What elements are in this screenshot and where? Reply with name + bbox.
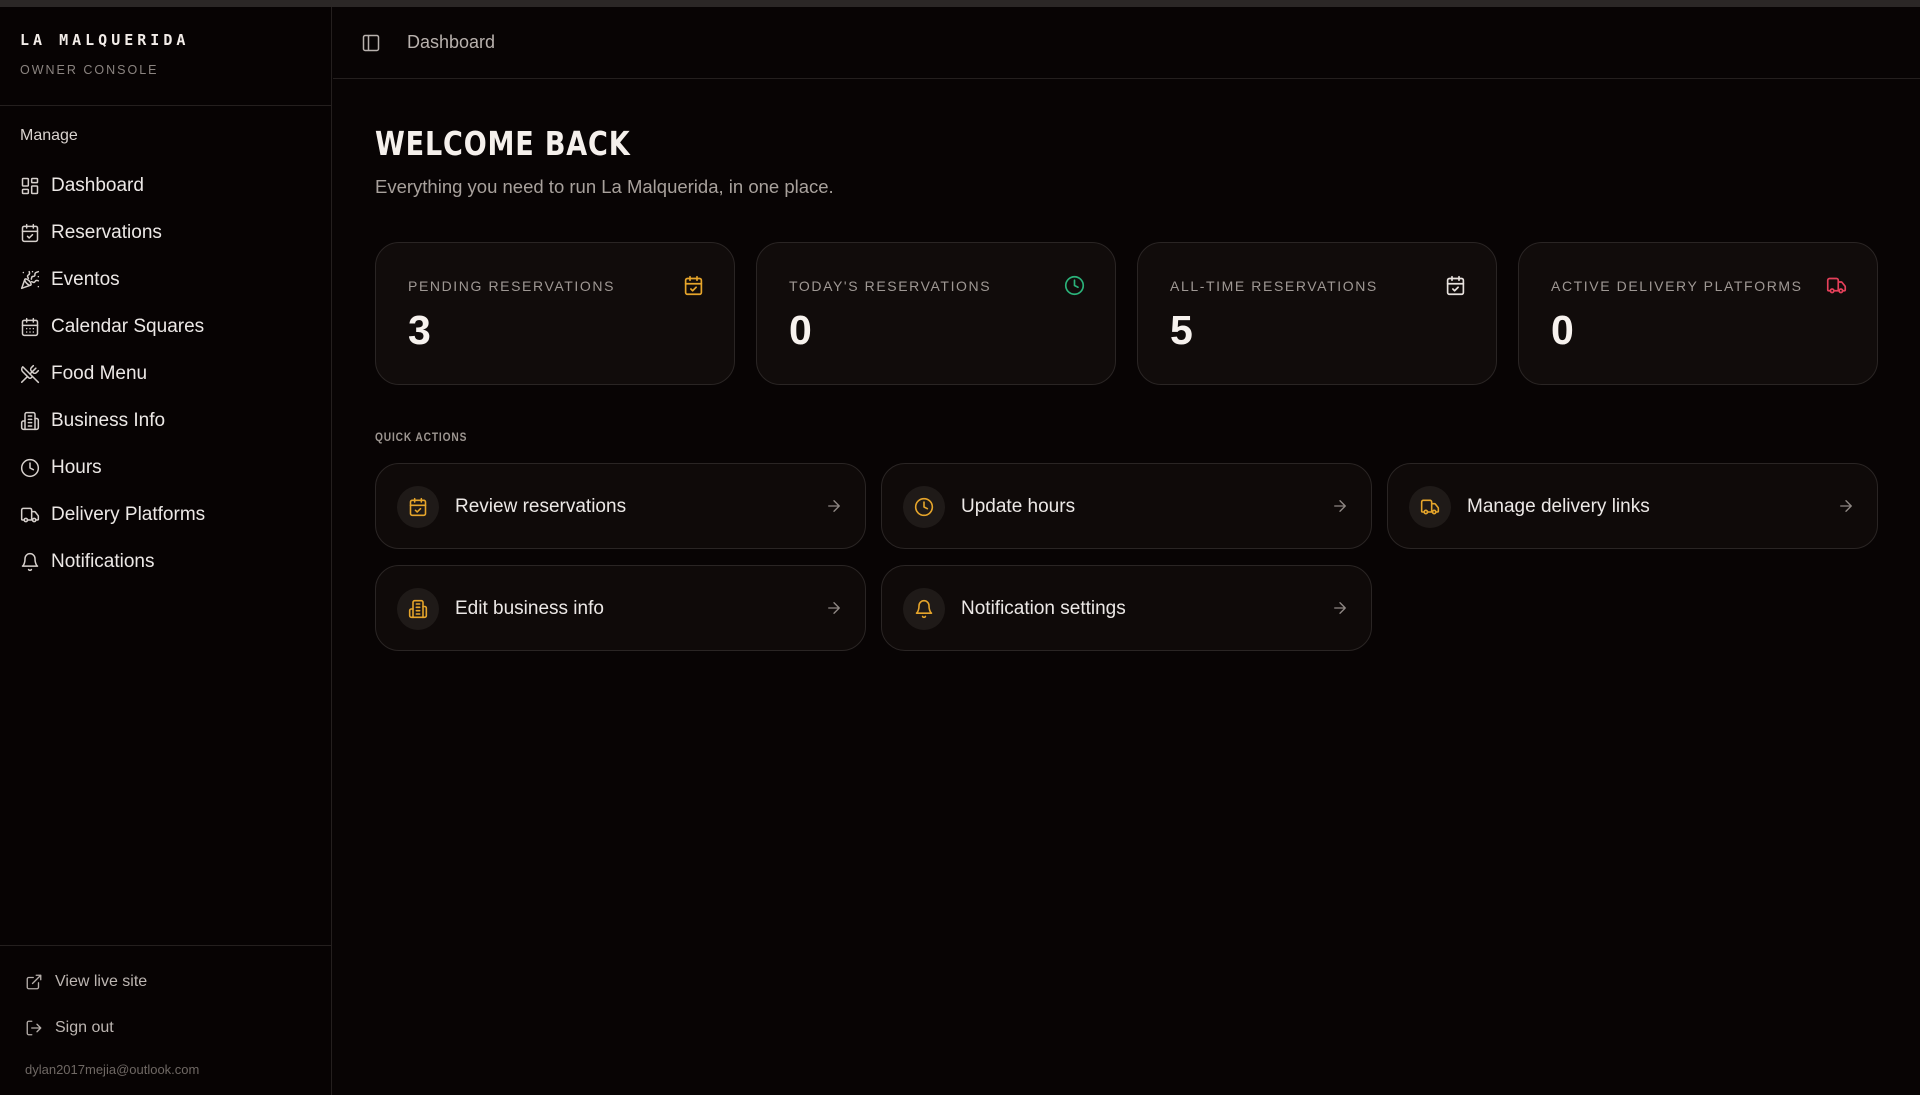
sidebar-item-label: Notifications xyxy=(51,550,155,572)
stat-label: ALL-TIME RESERVATIONS xyxy=(1170,278,1378,294)
quick-action-review-reservations[interactable]: Review reservations xyxy=(375,463,866,549)
sidebar-item-calendar-squares[interactable]: Calendar Squares xyxy=(0,303,331,350)
arrow-right-icon xyxy=(825,599,843,617)
sidebar-item-label: Dashboard xyxy=(51,174,144,196)
quick-action-label: Notification settings xyxy=(961,598,1126,619)
sign-out-button[interactable]: Sign out xyxy=(25,1019,114,1037)
calendar-check-icon xyxy=(1445,275,1466,296)
topbar: Dashboard xyxy=(333,7,1920,79)
divider xyxy=(0,105,331,106)
quick-action-label: Review reservations xyxy=(455,496,627,517)
nav-group-label: Manage xyxy=(20,127,78,144)
sign-out-label: Sign out xyxy=(55,1019,114,1036)
sidebar-item-label: Hours xyxy=(51,456,102,478)
sidebar-nav: Dashboard Reservations Eventos Calendar … xyxy=(0,162,331,585)
stat-card-todays-reservations: TODAY'S RESERVATIONS 0 xyxy=(756,242,1116,385)
external-link-icon xyxy=(26,974,42,990)
stat-value: 3 xyxy=(408,307,431,353)
arrow-right-icon xyxy=(825,497,843,515)
stat-card-pending-reservations: PENDING RESERVATIONS 3 xyxy=(375,242,735,385)
sidebar-item-delivery-platforms[interactable]: Delivery Platforms xyxy=(0,491,331,538)
quick-action-update-hours[interactable]: Update hours xyxy=(881,463,1372,549)
brand: LA MALQUERIDA OWNER CONSOLE xyxy=(20,31,189,77)
quick-actions-heading: QUICK ACTIONS xyxy=(375,430,468,444)
quick-action-label: Update hours xyxy=(961,496,1076,517)
quick-action-edit-business-info[interactable]: Edit business info xyxy=(375,565,866,651)
truck-icon xyxy=(20,505,40,525)
sidebar-item-business-info[interactable]: Business Info xyxy=(0,397,331,444)
divider xyxy=(0,945,331,946)
sidebar-item-label: Calendar Squares xyxy=(51,315,205,337)
panel-left-icon xyxy=(362,34,380,52)
arrow-right-icon xyxy=(1331,497,1349,515)
calendar-grid-icon xyxy=(20,317,40,337)
sidebar: LA MALQUERIDA OWNER CONSOLE Manage Dashb… xyxy=(0,7,332,1095)
stat-value: 0 xyxy=(1551,307,1574,353)
clock-icon xyxy=(20,458,40,478)
stat-card-active-delivery-platforms: ACTIVE DELIVERY PLATFORMS 0 xyxy=(1518,242,1878,385)
party-popper-icon xyxy=(20,270,40,290)
bell-icon xyxy=(20,552,40,572)
stat-card-all-time-reservations: ALL-TIME RESERVATIONS 5 xyxy=(1137,242,1497,385)
arrow-right-icon xyxy=(1331,599,1349,617)
view-live-site-label: View live site xyxy=(55,973,148,990)
sidebar-item-reservations[interactable]: Reservations xyxy=(0,209,331,256)
view-live-site-link[interactable]: View live site xyxy=(25,973,147,991)
quick-action-label: Edit business info xyxy=(455,598,604,619)
sidebar-item-label: Delivery Platforms xyxy=(51,503,206,525)
sidebar-item-notifications[interactable]: Notifications xyxy=(0,538,331,585)
truck-icon xyxy=(1409,486,1451,528)
clock-icon xyxy=(903,486,945,528)
sidebar-item-hours[interactable]: Hours xyxy=(0,444,331,491)
truck-icon xyxy=(1826,275,1847,296)
brand-title: LA MALQUERIDA xyxy=(20,31,190,49)
clock-icon xyxy=(1064,275,1085,296)
building-icon xyxy=(397,588,439,630)
building-icon xyxy=(20,411,40,431)
breadcrumb: Dashboard xyxy=(407,32,496,52)
stat-value: 5 xyxy=(1170,307,1193,353)
quick-action-label: Manage delivery links xyxy=(1467,496,1650,517)
window-top-strip xyxy=(0,0,1920,7)
sidebar-item-label: Eventos xyxy=(51,268,120,290)
stat-label: ACTIVE DELIVERY PLATFORMS xyxy=(1551,278,1803,294)
quick-action-notification-settings[interactable]: Notification settings xyxy=(881,565,1372,651)
sidebar-item-label: Food Menu xyxy=(51,362,148,384)
sidebar-toggle-button[interactable] xyxy=(361,33,381,53)
sidebar-item-food-menu[interactable]: Food Menu xyxy=(0,350,331,397)
quick-action-manage-delivery-links[interactable]: Manage delivery links xyxy=(1387,463,1878,549)
calendar-check-icon xyxy=(397,486,439,528)
stat-label: TODAY'S RESERVATIONS xyxy=(789,278,992,294)
arrow-right-icon xyxy=(1837,497,1855,515)
user-email: dylan2017mejia@outlook.com xyxy=(25,1062,200,1077)
logout-icon xyxy=(26,1020,42,1036)
page-title: WELCOME BACK xyxy=(375,124,631,163)
dashboard-icon xyxy=(20,176,40,196)
sidebar-item-label: Business Info xyxy=(51,409,166,431)
sidebar-item-dashboard[interactable]: Dashboard xyxy=(0,162,331,209)
bell-icon xyxy=(903,588,945,630)
brand-subtitle: OWNER CONSOLE xyxy=(20,63,159,77)
sidebar-item-eventos[interactable]: Eventos xyxy=(0,256,331,303)
sidebar-item-label: Reservations xyxy=(51,221,162,243)
stat-label: PENDING RESERVATIONS xyxy=(408,278,616,294)
page-subtitle: Everything you need to run La Malquerida… xyxy=(375,176,834,197)
calendar-check-icon xyxy=(683,275,704,296)
stat-value: 0 xyxy=(789,307,812,353)
calendar-check-icon xyxy=(20,223,40,243)
utensils-icon xyxy=(20,364,40,384)
